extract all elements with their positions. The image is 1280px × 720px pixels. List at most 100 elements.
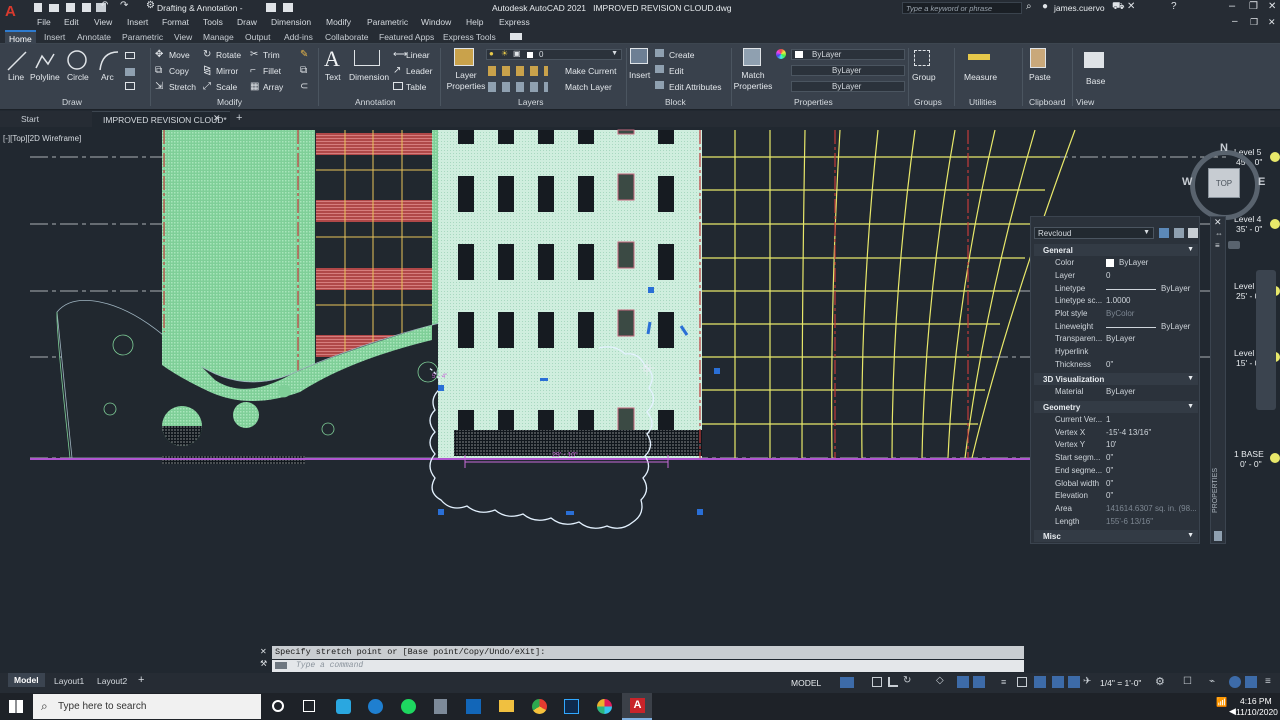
navigation-bar[interactable] [1256,270,1276,410]
table-button[interactable]: Table [406,82,426,92]
layers-panel-title[interactable]: Layers [518,97,544,107]
text-button-label[interactable]: Text [325,72,341,82]
tab-parametric[interactable]: Parametric [122,32,163,42]
menu-modify[interactable]: Modify [326,17,351,27]
linear-button[interactable]: Linear [406,50,430,60]
group-button-label[interactable]: Group [912,72,936,82]
menu-edit[interactable]: Edit [64,17,79,27]
tab-express-tools[interactable]: Express Tools [443,32,496,42]
edge-icon[interactable] [368,699,383,714]
table-grid-icon[interactable] [125,82,135,90]
measure-icon[interactable] [968,54,990,60]
autocad-taskbar-button[interactable]: A [622,693,652,720]
annotation-monitor-icon[interactable]: ☐ [1183,676,1192,687]
menu-dimension[interactable]: Dimension [271,17,311,27]
transparency-icon[interactable] [1017,677,1027,687]
menu-format[interactable]: Format [162,17,189,27]
exchange-icon[interactable]: ✕ [1127,1,1135,12]
dimension-button-label[interactable]: Dimension [349,72,389,82]
explode-icon[interactable]: ⧉ [300,65,307,76]
match-layer-button[interactable]: Match Layer [565,82,612,92]
create-button[interactable]: Create [669,50,695,60]
new-file-icon[interactable] [34,3,42,12]
search-icon[interactable]: ⌕ [1026,1,1032,12]
save-icon[interactable] [66,3,75,12]
windows-start-icon[interactable] [9,700,23,713]
tab-add-ins[interactable]: Add-ins [284,32,313,42]
compass-east[interactable]: E [1258,176,1265,188]
edit-attributes-button[interactable]: Edit Attributes [669,82,721,92]
tab-featured-apps[interactable]: Featured Apps [379,32,434,42]
tab-annotate[interactable]: Annotate [77,32,111,42]
units-icon[interactable]: ⌁ [1209,676,1215,687]
minimize-icon[interactable]: – [1229,0,1235,12]
polyline-icon[interactable] [34,50,56,72]
visualization-section[interactable]: 3D Visualization ▼ [1034,373,1198,385]
tab-home[interactable]: Home [5,30,36,44]
undo-icon[interactable]: ↶ [100,0,108,11]
menu-parametric[interactable]: Parametric [367,17,408,27]
menu-tools[interactable]: Tools [203,17,223,27]
insert-button-label[interactable]: Insert [629,70,650,80]
color-dropdown[interactable]: ByLayer [791,49,905,60]
offset-icon[interactable]: ⊂ [300,81,308,92]
chrome-icon[interactable] [532,699,547,714]
prop-elevation[interactable]: Elevation 0" [1031,490,1201,503]
volume-icon[interactable]: ◀ [1229,706,1236,717]
prop-hyperlink[interactable]: Hyperlink [1031,346,1201,359]
tab-manage[interactable]: Manage [203,32,234,42]
menu-insert[interactable]: Insert [127,17,148,27]
layer-properties-icon[interactable] [454,48,474,66]
annotation-scale-icon[interactable]: ✈ [1083,676,1091,687]
close-command-icon[interactable]: ✕ [260,647,267,656]
model-space-button[interactable]: MODEL [791,678,821,688]
restore-icon[interactable]: ❐ [1249,1,1258,12]
viewport-label[interactable]: [-][Top][2D Wireframe] [3,134,81,143]
rectangle-icon[interactable] [125,52,135,59]
prop-vertex-x[interactable]: Vertex X -15'-4 13/16" [1031,427,1201,440]
ribbon-toggle-icon[interactable] [510,33,522,40]
prop-layer[interactable]: Layer 0 [1031,270,1201,283]
match-properties-label[interactable]: Match Properties [733,70,773,92]
user-icon[interactable]: ● [1042,1,1048,12]
lineweight-toggle-icon[interactable]: ≡ [1001,677,1006,687]
arc-icon[interactable] [98,50,120,72]
clock-date[interactable]: 11/10/2020 [1236,707,1278,717]
fillet-button[interactable]: Fillet [263,66,281,76]
wcs-icon[interactable] [1228,241,1240,249]
tab-output[interactable]: Output [245,32,271,42]
base-button-label[interactable]: Base [1086,76,1105,86]
close-icon[interactable]: ✕ [1268,1,1276,12]
customization-icon[interactable]: ≡ [1265,676,1271,687]
view-panel-title[interactable]: View [1076,97,1094,107]
osnap-icon[interactable] [973,676,985,688]
cart-icon[interactable]: ⛟ [1112,1,1125,14]
store-icon[interactable] [336,699,351,714]
selection-cycling-icon[interactable] [1034,676,1046,688]
prop-plot-style[interactable]: Plot style ByColor [1031,308,1201,321]
measure-button-label[interactable]: Measure [964,72,997,82]
scale-button[interactable]: Scale [216,82,237,92]
rotate-button[interactable]: Rotate [216,50,241,60]
minimize-doc-icon[interactable]: – [1232,16,1238,27]
network-icon[interactable]: 📶 [1216,697,1227,708]
paste-icon[interactable] [1030,48,1046,68]
search-input[interactable]: Type a keyword or phrase [906,4,992,13]
prop-length[interactable]: Length 155'-6 13/16" [1031,516,1201,529]
group-icon[interactable] [914,50,930,66]
autoscale-icon[interactable] [1068,676,1080,688]
ortho-icon[interactable] [888,677,898,687]
make-current-button[interactable]: Make Current [565,66,617,76]
tab-insert[interactable]: Insert [44,32,65,42]
slack-icon[interactable] [597,699,612,714]
palette-settings-icon[interactable]: ≡ [1215,241,1220,250]
close-palette-icon[interactable]: ✕ [1214,217,1222,228]
groups-panel-title[interactable]: Groups [914,97,942,107]
misc-section[interactable]: Misc ▼ [1034,530,1198,542]
prop-start-segment[interactable]: Start segm... 0" [1031,452,1201,465]
quick-select-icon[interactable] [1188,228,1198,238]
prop-material[interactable]: Material ByLayer [1031,386,1201,399]
menu-view[interactable]: View [94,17,112,27]
utilities-panel-title[interactable]: Utilities [969,97,996,107]
menu-file[interactable]: File [37,17,51,27]
